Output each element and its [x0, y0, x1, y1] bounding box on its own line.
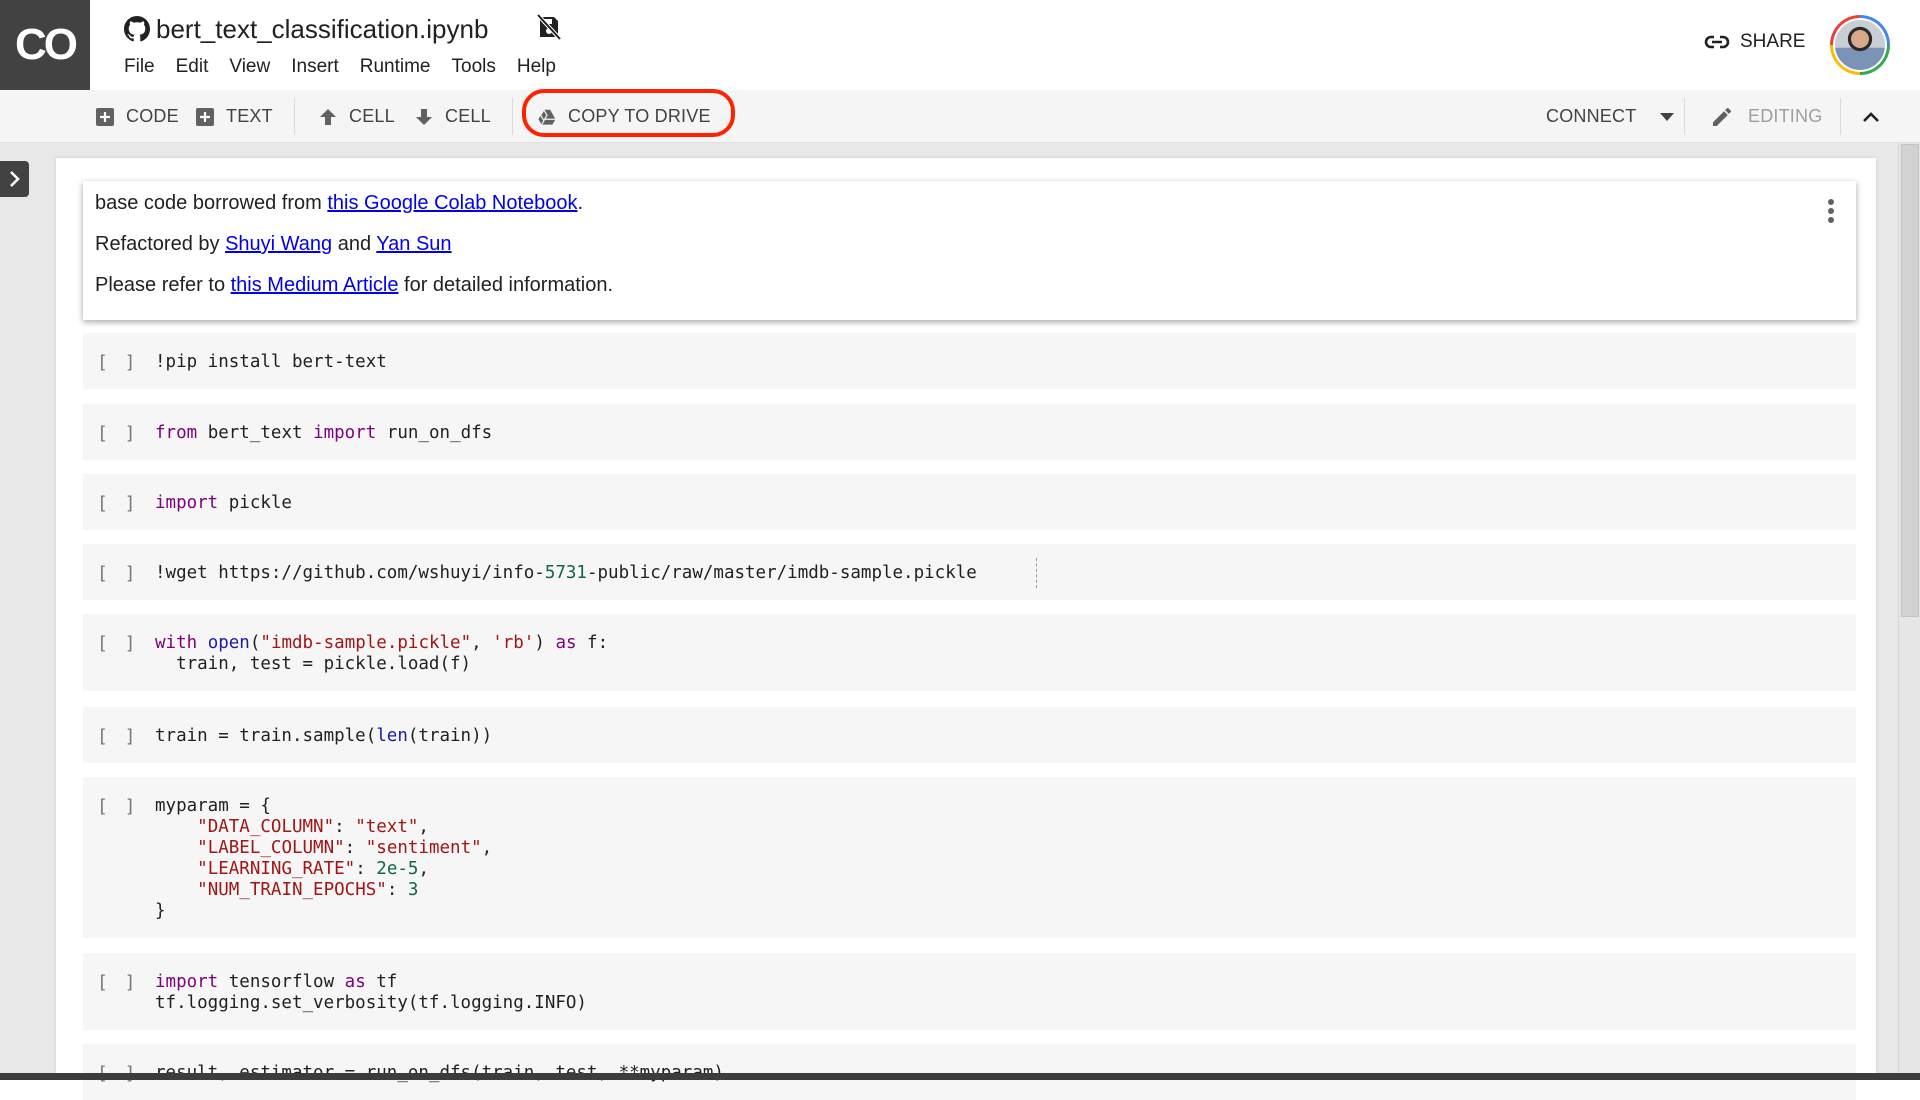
code-cell[interactable]: [ ] !wget https://github.com/wshuyi/info… — [83, 544, 1856, 600]
line-length-ruler — [1036, 558, 1037, 588]
caret-down-icon — [1660, 112, 1675, 121]
menu-runtime[interactable]: Runtime — [360, 56, 431, 78]
menu-tools[interactable]: Tools — [452, 56, 496, 78]
notebook-toolbar: CODE TEXT CELL CELL COPY TO DRIVE CONNEC… — [0, 90, 1920, 143]
colab-logo[interactable]: CO — [0, 0, 90, 90]
code-editor[interactable]: with open("imdb-sample.pickle", 'rb') as… — [155, 633, 608, 675]
text-line-3: Please refer to this Medium Article for … — [95, 274, 614, 296]
app-header: CO bert_text_classification.ipynb File E… — [0, 0, 1920, 90]
add-text-button[interactable]: TEXT — [196, 90, 273, 143]
no-save-icon[interactable] — [537, 14, 561, 40]
sidebar-toggle-button[interactable] — [0, 161, 29, 197]
menu-view[interactable]: View — [229, 56, 270, 78]
run-cell-button[interactable]: [ ] — [97, 352, 139, 373]
code-editor[interactable]: !pip install bert-text — [155, 352, 387, 373]
toolbar-divider — [1684, 98, 1685, 135]
shuyi-wang-link[interactable]: Shuyi Wang — [225, 233, 332, 255]
yan-sun-link[interactable]: Yan Sun — [376, 233, 451, 255]
bottom-status-bar — [0, 1073, 1920, 1080]
notebook-page: base code borrowed from this Google Cola… — [56, 158, 1876, 1100]
link-icon — [1704, 35, 1730, 49]
plus-box-icon — [96, 107, 114, 126]
code-cell[interactable]: [ ] train = train.sample(len(train)) — [83, 707, 1856, 763]
logo-text: CO — [15, 20, 78, 69]
text-line-2: Refactored by Shuyi Wang and Yan Sun — [95, 233, 452, 255]
menu-help[interactable]: Help — [517, 56, 556, 78]
code-cell[interactable]: [ ] from bert_text import run_on_dfs — [83, 404, 1856, 460]
run-cell-button[interactable]: [ ] — [97, 493, 139, 514]
connect-label: CONNECT — [1546, 106, 1637, 126]
pencil-icon — [1713, 107, 1732, 126]
github-icon — [124, 16, 150, 42]
code-editor[interactable]: import tensorflow as tf tf.logging.set_v… — [155, 972, 587, 1014]
share-label: SHARE — [1740, 31, 1806, 52]
cell-up-label: CELL — [349, 106, 395, 126]
toolbar-divider — [294, 98, 295, 135]
code-editor[interactable]: train = train.sample(len(train)) — [155, 726, 492, 747]
add-text-label: TEXT — [226, 106, 273, 126]
collapse-header-button[interactable] — [1862, 90, 1880, 143]
code-editor[interactable]: !wget https://github.com/wshuyi/info-573… — [155, 563, 977, 584]
toolbar-divider — [1840, 98, 1841, 135]
add-code-button[interactable]: CODE — [96, 90, 179, 143]
scrollbar-thumb[interactable] — [1901, 144, 1919, 617]
code-cell[interactable]: [ ] import tensorflow as tf tf.logging.s… — [83, 953, 1856, 1030]
connect-button[interactable]: CONNECT — [1546, 90, 1675, 143]
run-cell-button[interactable]: [ ] — [97, 972, 139, 993]
avatar-photo — [1835, 20, 1885, 70]
notebook-main: base code borrowed from this Google Cola… — [0, 143, 1920, 1100]
arrow-up-icon — [320, 108, 336, 125]
move-cell-up-button[interactable]: CELL — [319, 90, 395, 143]
run-cell-button[interactable]: [ ] — [97, 423, 139, 444]
cell-down-label: CELL — [445, 106, 491, 126]
code-cell[interactable]: [ ] with open("imdb-sample.pickle", 'rb'… — [83, 614, 1856, 691]
run-cell-button[interactable]: [ ] — [97, 633, 139, 654]
add-code-label: CODE — [126, 106, 179, 126]
code-cell[interactable]: [ ] import pickle — [83, 474, 1856, 530]
move-cell-down-button[interactable]: CELL — [415, 90, 491, 143]
code-editor[interactable]: from bert_text import run_on_dfs — [155, 423, 492, 444]
chevron-right-icon — [9, 171, 20, 187]
text-line-1: base code borrowed from this Google Cola… — [95, 192, 584, 214]
run-cell-button[interactable]: [ ] — [97, 563, 139, 584]
menu-insert[interactable]: Insert — [291, 56, 339, 78]
menu-bar: File Edit View Insert Runtime Tools Help — [124, 56, 577, 78]
chevron-up-icon — [1863, 111, 1879, 122]
notebook-title[interactable]: bert_text_classification.ipynb — [156, 14, 488, 45]
run-cell-button[interactable]: [ ] — [97, 796, 139, 817]
drive-icon — [538, 108, 556, 125]
notebook-title-row: bert_text_classification.ipynb — [124, 12, 488, 46]
copy-to-drive-button[interactable]: COPY TO DRIVE — [538, 90, 711, 143]
account-avatar[interactable] — [1830, 15, 1890, 75]
editing-label: EDITING — [1748, 106, 1823, 126]
text-cell[interactable]: base code borrowed from this Google Cola… — [83, 181, 1856, 320]
vertical-scrollbar[interactable] — [1898, 143, 1920, 1073]
code-editor[interactable]: import pickle — [155, 493, 292, 514]
copy-to-drive-label: COPY TO DRIVE — [568, 106, 711, 126]
run-cell-button[interactable]: [ ] — [97, 726, 139, 747]
code-cell[interactable]: [ ] result, estimator = run_on_dfs(train… — [83, 1044, 1856, 1100]
code-cell[interactable]: [ ] myparam = { "DATA_COLUMN": "text", "… — [83, 777, 1856, 938]
code-editor[interactable]: myparam = { "DATA_COLUMN": "text", "LABE… — [155, 796, 492, 922]
more-vert-icon[interactable] — [1828, 199, 1834, 225]
toolbar-divider — [512, 98, 513, 135]
share-button[interactable]: SHARE — [1704, 31, 1805, 53]
colab-notebook-link[interactable]: this Google Colab Notebook — [327, 192, 577, 214]
menu-file[interactable]: File — [124, 56, 155, 78]
plus-box-icon — [196, 107, 214, 126]
editing-mode-button[interactable]: EDITING — [1710, 90, 1822, 143]
code-cell[interactable]: [ ] !pip install bert-text — [83, 333, 1856, 389]
arrow-down-icon — [416, 108, 432, 125]
medium-article-link[interactable]: this Medium Article — [231, 274, 399, 296]
menu-edit[interactable]: Edit — [176, 56, 209, 78]
